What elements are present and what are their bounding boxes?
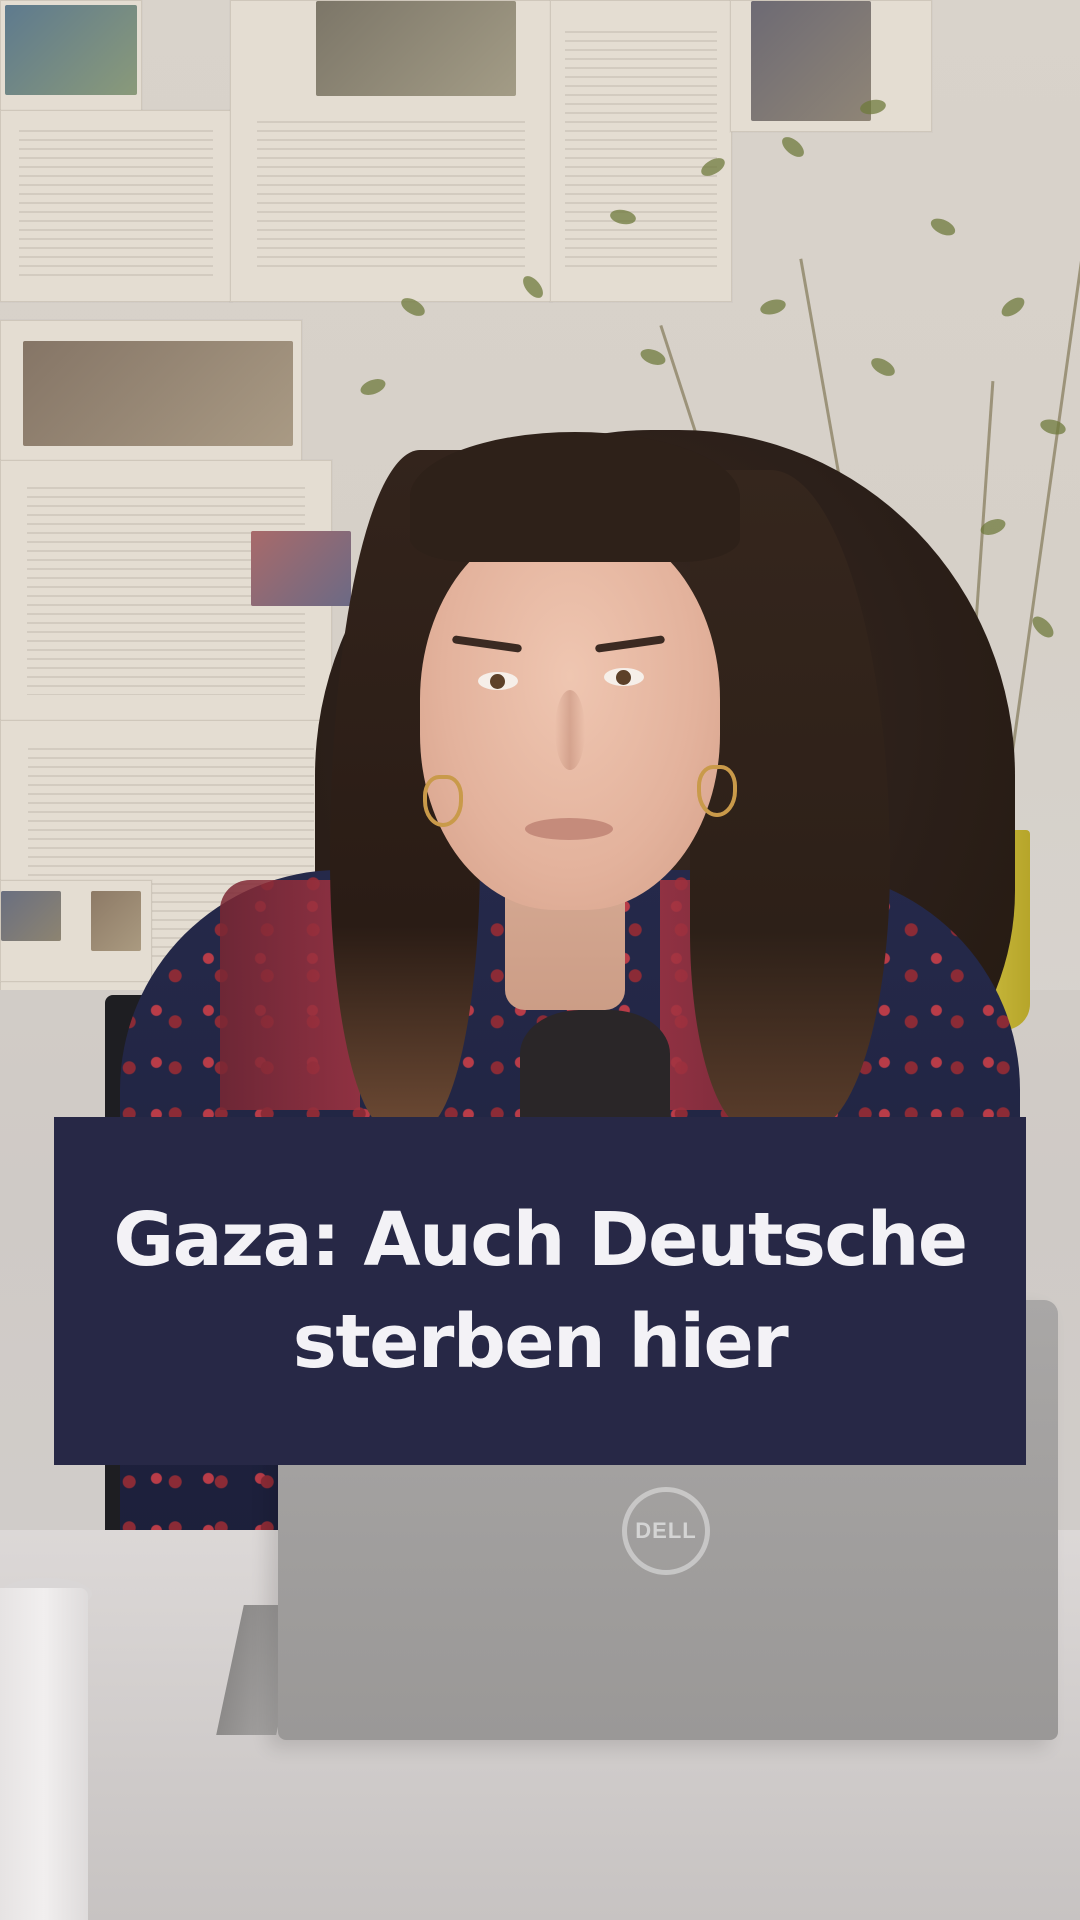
newspaper [230, 0, 552, 302]
newspaper [0, 460, 351, 722]
eye [478, 672, 518, 690]
newspaper [0, 880, 152, 982]
nose [555, 690, 585, 770]
newspaper [0, 110, 232, 302]
headline: Gaza: Auch Deutsche sterben hier [73, 1189, 1006, 1393]
newspaper [0, 320, 302, 462]
earring [423, 775, 463, 827]
video-frame: DELL Gaza: Auch Deutsche sterben hier [0, 0, 1080, 1920]
newspaper [0, 0, 142, 112]
headline-line-1: Gaza: Auch Deutsche [113, 1197, 968, 1283]
title-card: Gaza: Auch Deutsche sterben hier [54, 1117, 1026, 1465]
headline-line-2: sterben hier [292, 1299, 789, 1385]
mug [0, 1588, 88, 1920]
eye [604, 668, 644, 686]
newspaper [550, 0, 732, 302]
hair-top [410, 432, 740, 562]
mouth [525, 818, 613, 840]
dark-top [520, 1010, 670, 1120]
earring [697, 765, 737, 817]
newspaper [730, 0, 932, 132]
dell-logo-icon: DELL [622, 1487, 710, 1575]
